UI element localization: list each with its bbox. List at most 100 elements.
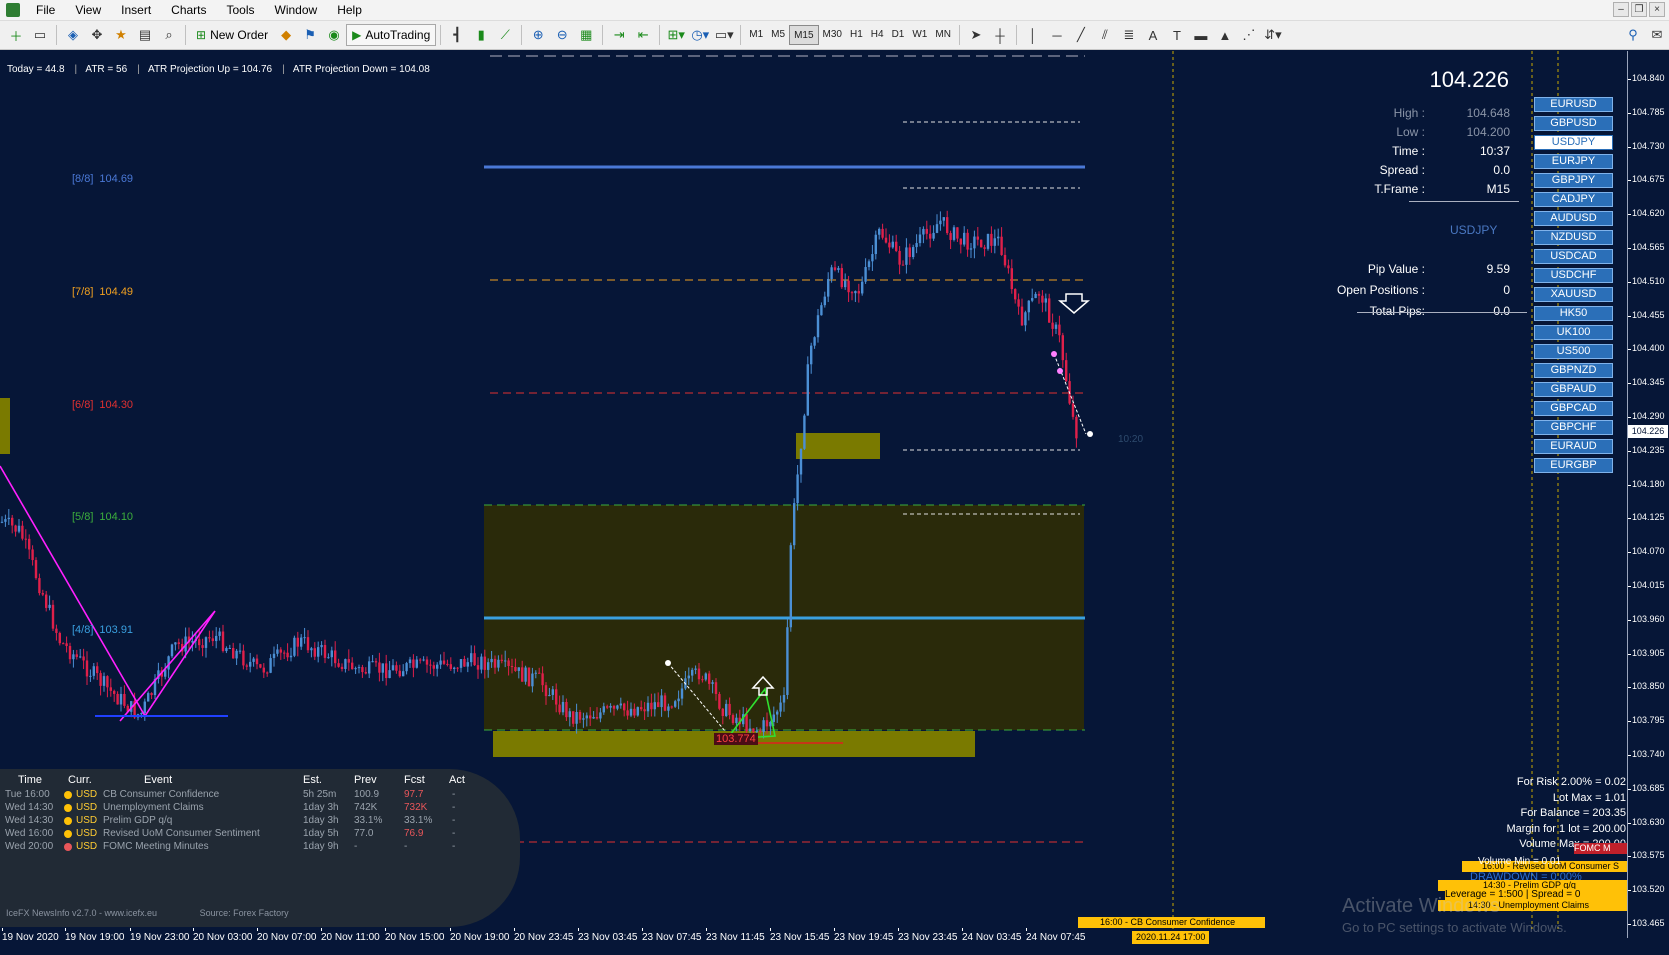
- gann-icon[interactable]: ⋰: [1238, 24, 1260, 46]
- bar-chart-icon[interactable]: ┫: [446, 24, 468, 46]
- tf-m30-button[interactable]: M30: [819, 25, 846, 45]
- zoom-out-icon[interactable]: ⊖: [551, 24, 573, 46]
- candle-body: [1061, 335, 1064, 361]
- data-window-icon[interactable]: ✥: [86, 24, 108, 46]
- menu-help[interactable]: Help: [327, 0, 372, 21]
- market-watch-icon[interactable]: ◈: [62, 24, 84, 46]
- tester-icon[interactable]: ⌕: [158, 24, 180, 46]
- tf-w1-button[interactable]: W1: [908, 25, 931, 45]
- symbol-button-gbpnzd[interactable]: GBPNZD: [1534, 363, 1613, 378]
- profiles-icon[interactable]: ▭: [29, 24, 51, 46]
- symbol-button-gbpjpy[interactable]: GBPJPY: [1534, 173, 1613, 188]
- candle-body: [14, 525, 17, 532]
- navigator-icon[interactable]: ★: [110, 24, 132, 46]
- symbol-button-xauusd[interactable]: XAUUSD: [1534, 287, 1613, 302]
- candle-body: [58, 632, 61, 644]
- candle-body: [232, 648, 235, 659]
- new-chart-icon[interactable]: ＋: [5, 24, 27, 46]
- indicators-icon[interactable]: ⊞▾: [665, 24, 687, 46]
- menu-tools[interactable]: Tools: [217, 0, 265, 21]
- symbol-button-us500[interactable]: US500: [1534, 344, 1613, 359]
- symbol-button-eurgbp[interactable]: EURGBP: [1534, 458, 1613, 473]
- templates-icon[interactable]: ▭▾: [713, 24, 735, 46]
- symbol-button-gbpaud[interactable]: GBPAUD: [1534, 382, 1613, 397]
- candle-body: [1027, 300, 1030, 313]
- vertical-line-icon[interactable]: │: [1022, 24, 1044, 46]
- symbol-button-usdcad[interactable]: USDCAD: [1534, 249, 1613, 264]
- zoom-in-icon[interactable]: ⊕: [527, 24, 549, 46]
- chart-shift-icon[interactable]: ⇤: [632, 24, 654, 46]
- symbol-button-eurjpy[interactable]: EURJPY: [1534, 154, 1613, 169]
- menu-file[interactable]: File: [26, 0, 65, 21]
- price-tick: 103.795: [1628, 715, 1665, 726]
- candle-body: [963, 232, 966, 245]
- candle-body: [650, 702, 653, 710]
- channel-icon[interactable]: ⫽: [1094, 24, 1116, 46]
- tf-m5-button[interactable]: M5: [767, 25, 789, 45]
- market-icon[interactable]: ◉: [323, 24, 345, 46]
- atr-proj-down: ATR Projection Down = 104.08: [292, 64, 430, 75]
- cursor-icon[interactable]: ➤: [965, 24, 987, 46]
- symbol-button-hk50[interactable]: HK50: [1534, 306, 1613, 321]
- news-time: Tue 16:00: [5, 789, 50, 800]
- stat-row: Spread : 0.0: [1307, 163, 1510, 177]
- rectangle-icon[interactable]: ▬: [1190, 24, 1212, 46]
- menu-window[interactable]: Window: [265, 0, 328, 21]
- candle-body: [956, 227, 959, 239]
- terminal-icon[interactable]: ▤: [134, 24, 156, 46]
- symbol-button-usdjpy[interactable]: USDJPY: [1534, 135, 1613, 150]
- murrey-value: 103.91: [99, 624, 134, 636]
- symbol-button-uk100[interactable]: UK100: [1534, 325, 1613, 340]
- arrows-icon[interactable]: ⇵▾: [1262, 24, 1284, 46]
- news-panel: Time Curr. Event Est. Prev Fcst Act Tue …: [0, 769, 520, 927]
- text-label-icon[interactable]: T: [1166, 24, 1188, 46]
- metaeditor-icon[interactable]: ◆: [275, 24, 297, 46]
- candle-body: [575, 712, 578, 724]
- tf-h4-button[interactable]: H4: [867, 25, 888, 45]
- murrey-tag: [6/8]: [72, 399, 94, 411]
- crosshair-icon[interactable]: ┼: [989, 24, 1011, 46]
- candle-body: [432, 665, 435, 669]
- tf-d1-button[interactable]: D1: [888, 25, 909, 45]
- line-chart-icon[interactable]: ⟋: [494, 24, 516, 46]
- news-prev: -: [354, 841, 358, 852]
- signals-icon[interactable]: ⚑: [299, 24, 321, 46]
- minimize-button[interactable]: –: [1613, 2, 1629, 17]
- symbol-button-nzdusd[interactable]: NZDUSD: [1534, 230, 1613, 245]
- candlestick-icon[interactable]: ▮: [470, 24, 492, 46]
- chart-area[interactable]: Today = 44.8 | ATR = 56 | ATR Projection U…: [0, 51, 1669, 955]
- autoscroll-icon[interactable]: ⇥: [608, 24, 630, 46]
- menu-insert[interactable]: Insert: [111, 0, 161, 21]
- symbol-button-gbpchf[interactable]: GBPCHF: [1534, 420, 1613, 435]
- symbol-button-cadjpy[interactable]: CADJPY: [1534, 192, 1613, 207]
- candle-body: [371, 661, 374, 663]
- symbol-button-audusd[interactable]: AUDUSD: [1534, 211, 1613, 226]
- tf-m15-button[interactable]: M15: [789, 25, 819, 45]
- candle-body: [551, 689, 554, 695]
- search-icon[interactable]: ⚲: [1622, 24, 1644, 46]
- trendline-icon[interactable]: ╱: [1070, 24, 1092, 46]
- candle-body: [527, 667, 531, 687]
- restore-button[interactable]: ❐: [1631, 2, 1647, 17]
- candle-body: [1010, 268, 1013, 290]
- fibonacci-icon[interactable]: ≣: [1118, 24, 1140, 46]
- autotrading-button[interactable]: ▶ AutoTrading: [346, 24, 437, 46]
- text-icon[interactable]: A: [1142, 24, 1164, 46]
- tf-mn-button[interactable]: MN: [931, 25, 955, 45]
- menu-view[interactable]: View: [65, 0, 111, 21]
- symbol-button-gbpcad[interactable]: GBPCAD: [1534, 401, 1613, 416]
- tf-h1-button[interactable]: H1: [846, 25, 867, 45]
- symbol-button-eurusd[interactable]: EURUSD: [1534, 97, 1613, 112]
- symbol-button-euraud[interactable]: EURAUD: [1534, 439, 1613, 454]
- periods-icon[interactable]: ◷▾: [689, 24, 711, 46]
- tf-m1-button[interactable]: M1: [745, 25, 767, 45]
- horizontal-line-icon[interactable]: ─: [1046, 24, 1068, 46]
- triangle-icon[interactable]: ▲: [1214, 24, 1236, 46]
- close-button[interactable]: ×: [1649, 2, 1665, 17]
- symbol-button-gbpusd[interactable]: GBPUSD: [1534, 116, 1613, 131]
- chat-icon[interactable]: ✉: [1646, 24, 1668, 46]
- tile-windows-icon[interactable]: ▦: [575, 24, 597, 46]
- menu-charts[interactable]: Charts: [161, 0, 216, 21]
- symbol-button-usdchf[interactable]: USDCHF: [1534, 268, 1613, 283]
- new-order-button[interactable]: ⊞ New Order: [190, 24, 274, 46]
